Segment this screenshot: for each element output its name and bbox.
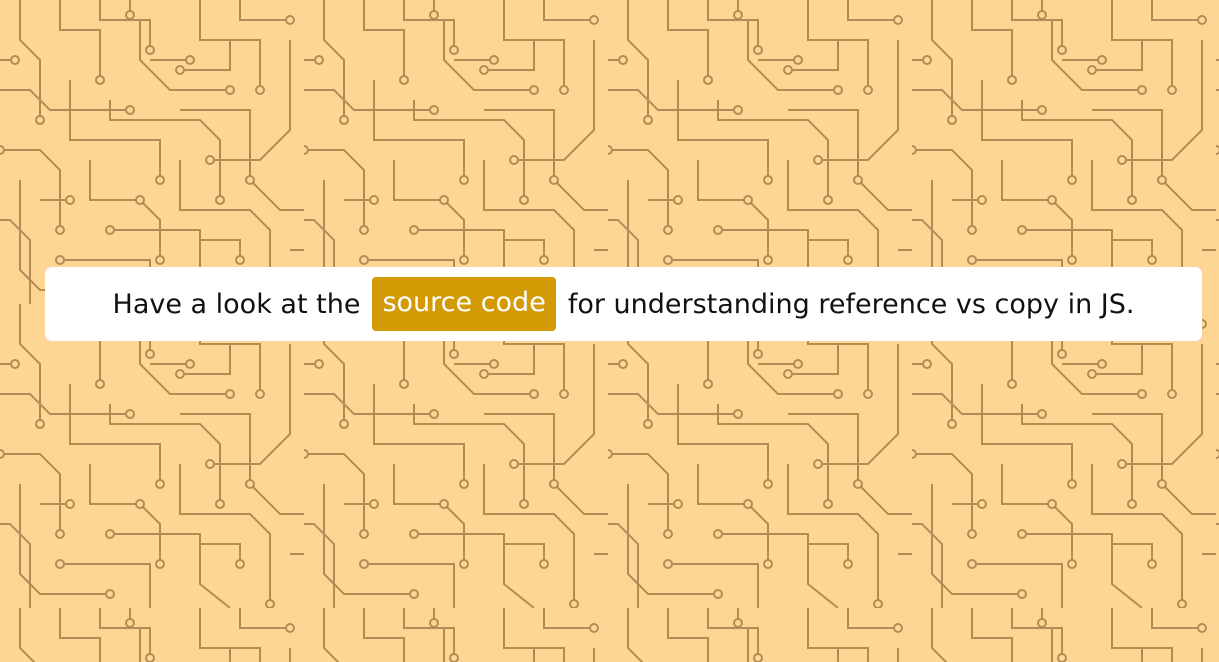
source-code-link[interactable]: source code [372,277,556,331]
message-text-before: Have a look at the [112,288,361,320]
message-card: Have a look at the source code for under… [45,267,1202,341]
message-text-after: for understanding reference vs copy in J… [567,288,1135,320]
